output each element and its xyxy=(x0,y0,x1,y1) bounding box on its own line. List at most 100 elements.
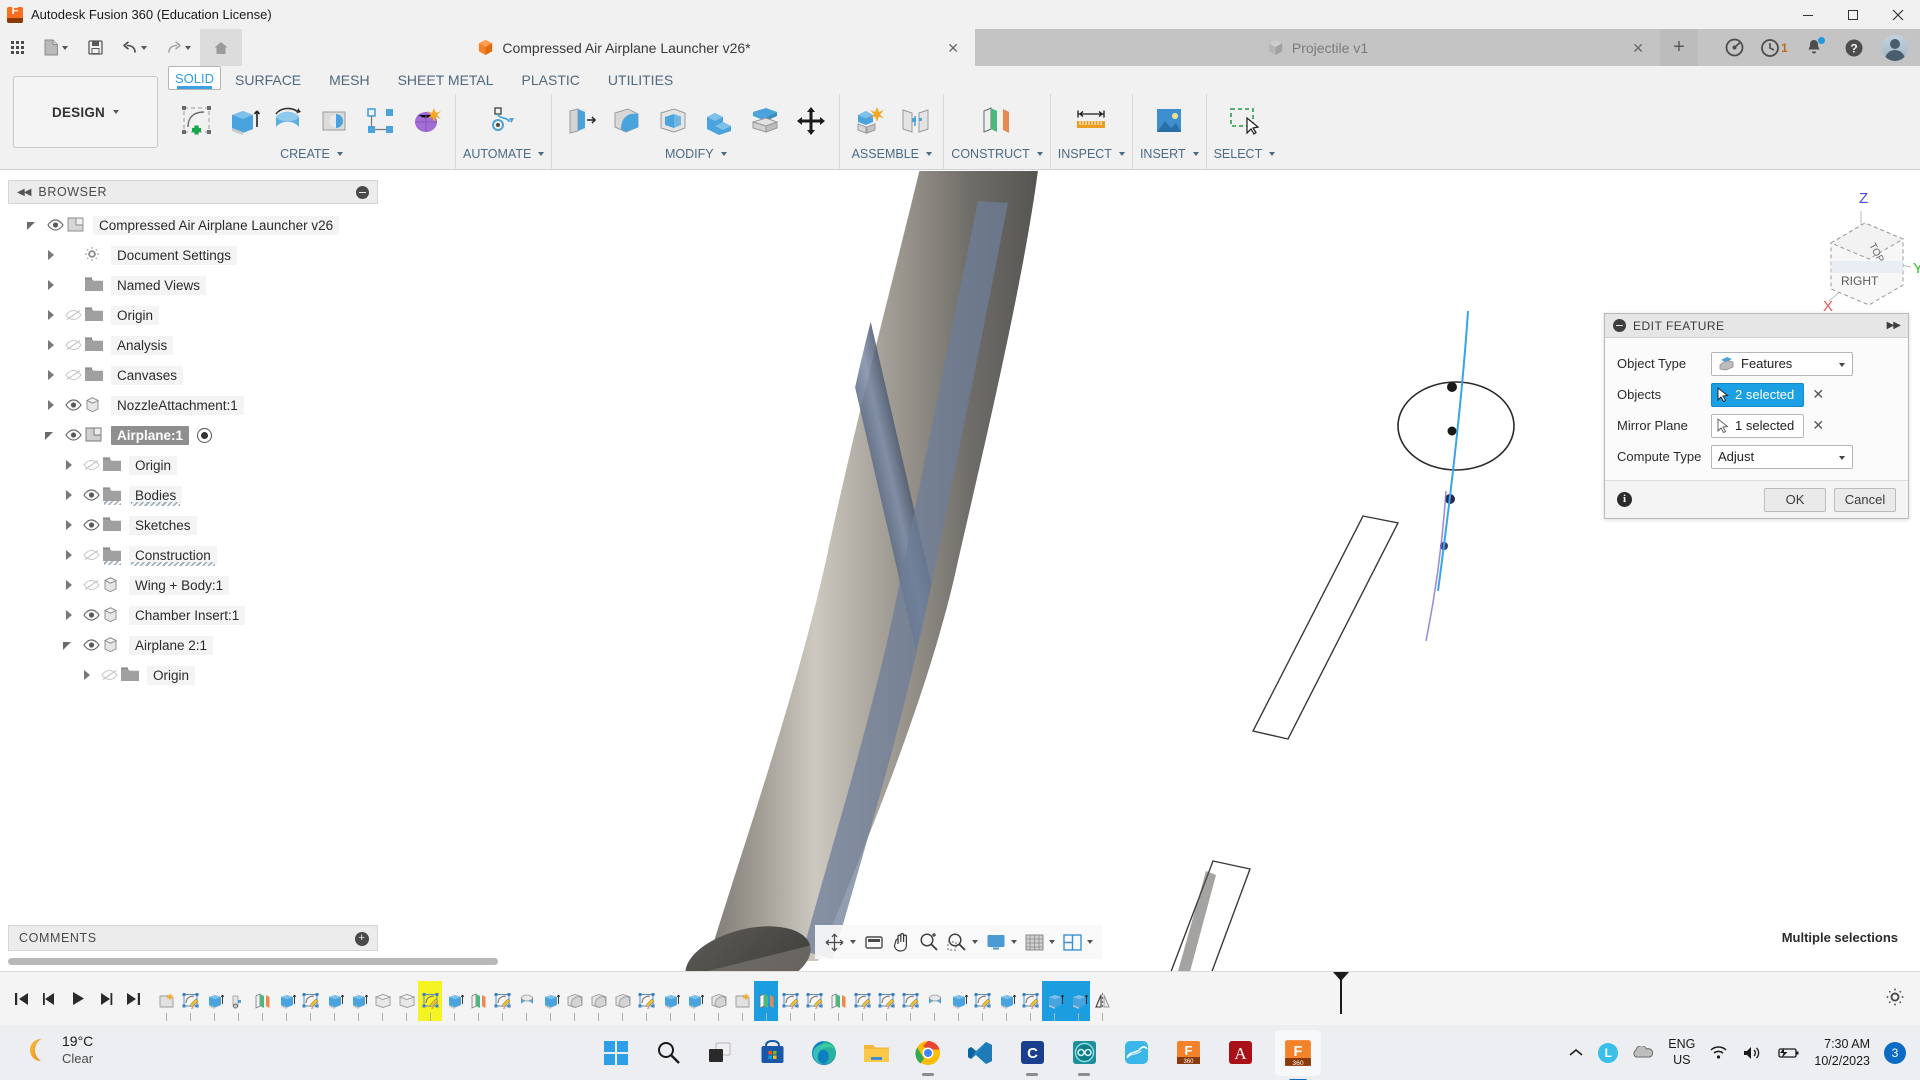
minimize-button[interactable] xyxy=(1785,0,1830,29)
move-copy-button[interactable] xyxy=(789,98,832,144)
eye-visible-icon[interactable] xyxy=(62,397,84,413)
tree-row[interactable]: Canvases xyxy=(8,360,378,390)
timeline-feature[interactable] xyxy=(274,981,298,1021)
timeline-feature[interactable] xyxy=(370,981,394,1021)
expand-arrow-open-icon[interactable] xyxy=(62,638,76,652)
insert-image-button[interactable] xyxy=(1148,98,1191,144)
workspace-switcher[interactable]: DESIGN xyxy=(13,76,158,148)
timeline-feature[interactable] xyxy=(922,981,946,1021)
tree-row[interactable]: Airplane 2:1 xyxy=(8,630,378,660)
timeline-feature[interactable] xyxy=(850,981,874,1021)
expand-arrow-closed-icon[interactable] xyxy=(62,548,76,562)
group-label-automate[interactable]: AUTOMATE xyxy=(463,147,544,161)
timeline-feature[interactable] xyxy=(466,981,490,1021)
job-status-icon[interactable]: 1 xyxy=(1754,29,1794,66)
extensions-icon[interactable] xyxy=(1714,29,1754,66)
clear-mirror-plane-icon[interactable]: ✕ xyxy=(1811,417,1825,434)
timeline-playhead[interactable] xyxy=(1340,972,1342,1014)
group-label-modify[interactable]: MODIFY xyxy=(665,147,727,161)
timeline-feature[interactable] xyxy=(778,981,802,1021)
timeline-feature[interactable] xyxy=(490,981,514,1021)
tree-row[interactable]: Compressed Air Airplane Launcher v26 xyxy=(8,210,378,240)
offset-face-button[interactable] xyxy=(743,98,786,144)
zoom-button[interactable] xyxy=(916,928,942,956)
fusion-360-launcher[interactable]: F360 xyxy=(1171,1036,1205,1070)
tab-surface[interactable]: SURFACE xyxy=(221,66,315,94)
group-label-create[interactable]: CREATE xyxy=(280,147,343,161)
expand-arrow-closed-icon[interactable] xyxy=(44,278,58,292)
google-chrome[interactable] xyxy=(911,1036,945,1070)
clear-objects-icon[interactable]: ✕ xyxy=(1811,386,1825,403)
fusion-360-active[interactable]: F360 xyxy=(1275,1030,1321,1076)
display-settings-button[interactable] xyxy=(983,928,1020,956)
file-explorer[interactable] xyxy=(859,1036,893,1070)
maximize-button[interactable] xyxy=(1830,0,1875,29)
plus-circle-icon[interactable]: + xyxy=(355,932,369,946)
new-file-button[interactable] xyxy=(34,29,78,66)
weather-widget[interactable]: 19°C Clear xyxy=(24,1033,93,1067)
fillet-button[interactable] xyxy=(605,98,648,144)
eye-visible-icon[interactable] xyxy=(44,217,66,233)
timeline-settings-button[interactable] xyxy=(1884,986,1906,1013)
pan-button[interactable] xyxy=(889,928,914,956)
eye-visible-icon[interactable] xyxy=(80,637,102,653)
timeline-feature[interactable] xyxy=(562,981,586,1021)
expand-arrow-closed-icon[interactable] xyxy=(62,578,76,592)
go-to-end-button[interactable] xyxy=(120,984,146,1014)
timeline-feature[interactable] xyxy=(202,981,226,1021)
revolve-button[interactable] xyxy=(267,98,310,144)
eye-hidden-icon[interactable] xyxy=(80,577,102,593)
expand-arrow-closed-icon[interactable] xyxy=(44,338,58,352)
timeline-feature[interactable] xyxy=(514,981,538,1021)
timeline-feature[interactable] xyxy=(994,981,1018,1021)
notification-count-badge[interactable]: 3 xyxy=(1884,1042,1906,1064)
loft-button[interactable] xyxy=(359,98,402,144)
search-button[interactable] xyxy=(651,1036,685,1070)
visual-studio-code[interactable] xyxy=(963,1036,997,1070)
minus-circle-icon[interactable] xyxy=(356,186,369,199)
expand-arrow-closed-icon[interactable] xyxy=(62,518,76,532)
group-label-select[interactable]: SELECT xyxy=(1214,147,1276,161)
battery-icon[interactable] xyxy=(1776,1045,1800,1060)
expand-arrow-closed-icon[interactable] xyxy=(44,308,58,322)
clock[interactable]: 7:30 AM 10/2/2023 xyxy=(1814,1036,1870,1070)
timeline-feature[interactable] xyxy=(322,981,346,1021)
notifications-bell-icon[interactable] xyxy=(1794,29,1834,66)
timeline-feature[interactable] xyxy=(1042,981,1066,1021)
tree-row[interactable]: Construction xyxy=(8,540,378,570)
microsoft-store[interactable] xyxy=(755,1036,789,1070)
select-window-button[interactable] xyxy=(1223,98,1266,144)
timeline-feature[interactable] xyxy=(874,981,898,1021)
tab-sheet-metal[interactable]: SHEET METAL xyxy=(384,66,508,94)
eye-hidden-icon[interactable] xyxy=(80,547,102,563)
timeline-feature[interactable] xyxy=(1018,981,1042,1021)
tab-compressed-air-airplane-launcher[interactable]: Compressed Air Airplane Launcher v26* ✕ xyxy=(253,29,975,66)
chevron-up-icon[interactable] xyxy=(1568,1047,1584,1059)
timeline-feature[interactable] xyxy=(682,981,706,1021)
tree-row[interactable]: Origin xyxy=(8,450,378,480)
timeline-feature[interactable] xyxy=(586,981,610,1021)
group-label-insert[interactable]: INSERT xyxy=(1140,147,1199,161)
measure-button[interactable] xyxy=(1070,98,1113,144)
browser-header[interactable]: ◀◀ BROWSER xyxy=(8,180,378,204)
combine-button[interactable] xyxy=(697,98,740,144)
form-button[interactable] xyxy=(405,98,448,144)
timeline-feature[interactable] xyxy=(802,981,826,1021)
wifi-icon[interactable] xyxy=(1709,1045,1728,1060)
orbit-button[interactable] xyxy=(821,928,859,956)
play-button[interactable] xyxy=(64,984,90,1014)
press-pull-button[interactable] xyxy=(559,98,602,144)
new-component-button[interactable] xyxy=(847,98,890,144)
eye-visible-icon[interactable] xyxy=(80,607,102,623)
tree-row[interactable]: Chamber Insert:1 xyxy=(8,600,378,630)
arduino-ide[interactable] xyxy=(1067,1036,1101,1070)
sweep-button[interactable] xyxy=(313,98,356,144)
group-label-inspect[interactable]: INSPECT xyxy=(1058,147,1125,161)
tab-solid[interactable]: SOLID xyxy=(168,66,221,90)
eye-visible-icon[interactable] xyxy=(62,427,84,443)
expand-right-icon[interactable]: ▶▶ xyxy=(1887,320,1900,331)
look-at-button[interactable] xyxy=(861,928,887,956)
objects-selection-button[interactable]: 2 selected xyxy=(1711,383,1804,407)
tab-utilities[interactable]: UTILITIES xyxy=(594,66,687,94)
tree-row[interactable]: Sketches xyxy=(8,510,378,540)
